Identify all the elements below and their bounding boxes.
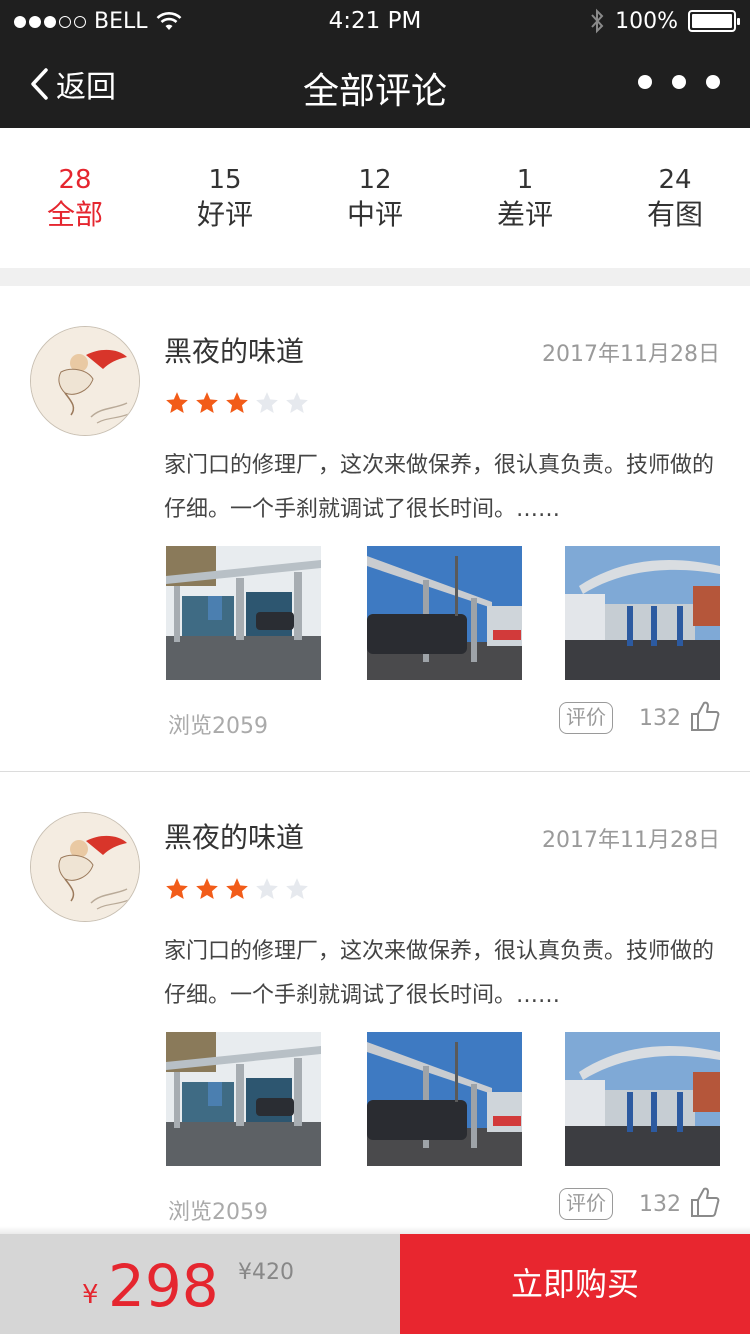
review-photos	[166, 1032, 720, 1166]
star-empty-icon	[256, 878, 278, 899]
star-filled-icon	[196, 878, 218, 899]
review-photo[interactable]	[166, 546, 321, 680]
star-filled-icon	[226, 392, 248, 413]
like-count: 132	[639, 706, 681, 731]
price-area: ¥ 298 ¥420	[0, 1234, 400, 1334]
review-photo[interactable]	[367, 1032, 522, 1166]
avatar[interactable]	[30, 326, 140, 436]
tab-label: 有图	[646, 198, 703, 231]
tab-count: 1	[516, 165, 534, 195]
review-item: 黑夜的味道 2017年11月28日 家门口的修理厂，这次来做保养，很认真负责。技…	[0, 772, 750, 1258]
currency-symbol: ¥	[82, 1280, 99, 1310]
review-text: 家门口的修理厂，这次来做保养，很认真负责。技师做的仔细。一个手刹就调试了很长时间…	[164, 939, 715, 1008]
star-filled-icon	[166, 878, 188, 899]
top-bar: BELL 4:21 PM 100% 返回 全部评论	[0, 0, 750, 128]
tab-label: 差评	[496, 198, 553, 231]
comment-button[interactable]: 评价	[559, 702, 613, 734]
review-date: 2017年11月28日	[542, 342, 720, 367]
review-item: 黑夜的味道 2017年11月28日 家门口的修理厂，这次来做保养，很认真负责。技…	[0, 286, 750, 772]
star-filled-icon	[226, 878, 248, 899]
star-empty-icon	[286, 392, 308, 413]
tab-negative[interactable]: 1 差评	[450, 128, 600, 268]
tab-neutral[interactable]: 12 中评	[300, 128, 450, 268]
review-photos	[166, 546, 720, 680]
review-date: 2017年11月28日	[542, 828, 720, 853]
more-options-icon[interactable]	[638, 75, 720, 89]
tab-count: 15	[208, 165, 242, 195]
avatar[interactable]	[30, 812, 140, 922]
star-empty-icon	[286, 878, 308, 899]
tab-count: 24	[658, 165, 692, 195]
tab-all[interactable]: 28 全部	[0, 128, 150, 268]
tab-positive[interactable]: 15 好评	[150, 128, 300, 268]
thumbs-up-icon[interactable]	[690, 700, 720, 732]
like-count: 132	[639, 1192, 681, 1217]
nav-bar: 返回 全部评论	[0, 44, 750, 128]
tab-label: 好评	[196, 198, 253, 231]
purchase-bar: ¥ 298 ¥420 立即购买	[0, 1234, 750, 1334]
status-bar: BELL 4:21 PM 100%	[0, 0, 750, 44]
star-rating	[164, 390, 310, 416]
bluetooth-icon	[591, 8, 604, 34]
buy-now-button[interactable]: 立即购买	[400, 1234, 750, 1334]
review-text: 家门口的修理厂，这次来做保养，很认真负责。技师做的仔细。一个手刹就调试了很长时间…	[164, 453, 715, 522]
tab-count: 12	[358, 165, 392, 195]
star-rating	[164, 876, 310, 902]
star-empty-icon	[256, 392, 278, 413]
comment-button[interactable]: 评价	[559, 1188, 613, 1220]
battery-icon	[688, 10, 740, 32]
view-count: 浏览2059	[168, 714, 268, 739]
tab-with-photos[interactable]: 24 有图	[600, 128, 750, 268]
review-photo[interactable]	[565, 546, 720, 680]
reviewer-name: 黑夜的味道	[164, 335, 305, 368]
star-filled-icon	[196, 392, 218, 413]
review-photo[interactable]	[565, 1032, 720, 1166]
thumbs-up-icon[interactable]	[690, 1186, 720, 1218]
review-filter-tabs: 28 全部 15 好评 12 中评 1 差评 24 有图	[0, 128, 750, 268]
status-right: 100%	[589, 8, 740, 34]
tab-label: 全部	[46, 198, 103, 231]
battery-percent: 100%	[615, 8, 678, 34]
bottom-bar-shadow	[0, 1226, 750, 1234]
section-separator	[0, 268, 750, 286]
tab-count: 28	[58, 165, 92, 195]
reviewer-name: 黑夜的味道	[164, 821, 305, 854]
review-photo[interactable]	[367, 546, 522, 680]
view-count: 浏览2059	[168, 1200, 268, 1225]
review-photo[interactable]	[166, 1032, 321, 1166]
tab-label: 中评	[346, 198, 403, 231]
star-filled-icon	[166, 392, 188, 413]
original-price: ¥420	[238, 1260, 294, 1285]
sale-price: 298	[108, 1252, 219, 1320]
